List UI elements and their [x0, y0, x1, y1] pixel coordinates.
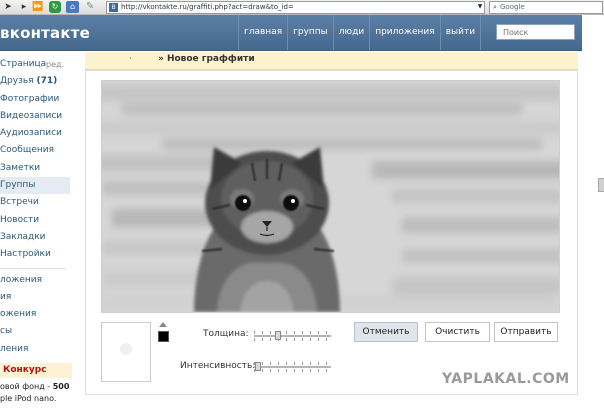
back-arrow-icon[interactable]: ➤ — [1, 1, 15, 13]
sidebar-item-videos[interactable]: Видеозаписи — [0, 108, 70, 125]
promo-line1: овой фонд - — [0, 382, 53, 391]
sidebar-item-friends[interactable]: Друзья (71) — [0, 73, 70, 90]
thickness-slider-thumb[interactable] — [275, 331, 281, 340]
sidebar-app-item[interactable]: сы — [0, 323, 70, 340]
forward-icon[interactable]: ▸ — [17, 1, 31, 13]
sidebar-item-notes[interactable]: Заметки — [0, 160, 70, 177]
nav-home[interactable]: главная — [238, 15, 287, 50]
sidebar-item-bookmarks[interactable]: Закладки — [0, 229, 70, 246]
brush-preview — [101, 322, 151, 382]
sidebar-item-messages[interactable]: Сообщения — [0, 142, 70, 159]
sidebar-app-item[interactable]: ия — [0, 289, 70, 306]
send-button[interactable]: Отправить — [494, 322, 558, 342]
sidebar-app-item[interactable]: ления — [0, 341, 70, 358]
clear-button[interactable]: Очистить — [425, 322, 490, 342]
sidebar-item-settings[interactable]: Настройки — [0, 246, 70, 263]
scrollbar-thumb[interactable] — [598, 178, 604, 192]
watermark: YAPLAKAL.COM — [442, 371, 570, 387]
drawing-canvas[interactable] — [101, 80, 560, 313]
top-navigation: главная группы люди приложения выйти — [238, 15, 482, 50]
page-right-margin — [582, 15, 604, 409]
nav-groups[interactable]: группы — [287, 15, 333, 50]
browser-search-placeholder: Google — [500, 3, 525, 11]
site-search-input[interactable] — [496, 24, 575, 40]
address-bar[interactable]: Bhttp://vkontakte.ru/graffiti.php?act=dr… — [106, 1, 485, 14]
friends-count: (71) — [36, 76, 58, 87]
promo-title[interactable]: Конкурс — [0, 363, 72, 378]
thickness-label: Толщина: — [203, 329, 249, 339]
breadcrumb-prefix[interactable]: · — [129, 54, 132, 64]
sidebar-item-news[interactable]: Новости — [0, 212, 70, 229]
promo-amount: 500 — [52, 382, 70, 391]
contest-promo: Конкурс овой фонд - 500 ple iPod nano. — [0, 363, 72, 405]
home-icon[interactable]: ⌂ — [66, 1, 79, 13]
address-text: http://vkontakte.ru/graffiti.php?act=dra… — [121, 3, 294, 11]
breadcrumb: · » Новое граффити — [85, 52, 578, 70]
sidebar-item-audio[interactable]: Аудиозаписи — [0, 125, 70, 142]
promo-text: овой фонд - 500 ple iPod nano. — [0, 378, 72, 405]
nav-logout[interactable]: выйти — [439, 15, 482, 50]
color-picker-arrow-icon[interactable] — [159, 322, 167, 327]
sidebar-item-photos[interactable]: Фотографии — [0, 91, 70, 108]
nav-apps[interactable]: приложения — [369, 15, 440, 50]
sidebar-app-item[interactable]: ожения — [0, 306, 70, 323]
intensity-slider-thumb[interactable] — [255, 362, 261, 371]
site-header: вконтакте главная группы люди приложения… — [0, 15, 582, 51]
graffiti-drawing — [102, 81, 559, 312]
undo-button[interactable]: Отменить — [354, 322, 418, 342]
sidebar-item-label: Страница — [0, 59, 47, 69]
sidebar-item-events[interactable]: Встречи — [0, 194, 70, 211]
sidebar-divider — [0, 267, 66, 269]
sidebar-item-groups[interactable]: Группы — [0, 177, 70, 195]
thickness-slider[interactable] — [254, 331, 331, 341]
fast-forward-icon[interactable]: ⏩ — [31, 1, 45, 13]
site-favicon-icon: B — [109, 3, 118, 12]
page-title: » Новое граффити — [158, 54, 255, 64]
search-icon: ⌕ — [493, 3, 497, 11]
edit-link[interactable]: ред. — [46, 56, 64, 73]
intensity-label: Интенсивность: — [180, 361, 256, 371]
browser-search-box[interactable]: ⌕ Google — [489, 1, 603, 14]
brush-preview-dot — [120, 343, 132, 355]
left-sidebar: Страница ред. Друзья (71) Фотографии Виде… — [0, 56, 70, 358]
sidebar-item-page[interactable]: Страница ред. — [0, 56, 70, 73]
promo-line2: ple iPod nano. — [0, 394, 57, 403]
refresh-icon[interactable]: ↻ — [49, 1, 61, 13]
pen-icon[interactable]: ✎ — [86, 1, 100, 13]
address-dropdown-icon[interactable]: ▼ — [476, 1, 484, 12]
intensity-slider[interactable] — [254, 362, 331, 372]
browser-toolbar: ➤ ▸ ⏩ ↻ ⌂ ✎ Bhttp://vkontakte.ru/graffit… — [0, 0, 604, 15]
nav-people[interactable]: люди — [332, 15, 369, 50]
sidebar-item-label: Друзья — [0, 76, 34, 87]
site-logo[interactable]: вконтакте — [0, 24, 90, 42]
brush-color-swatch[interactable] — [158, 331, 169, 342]
sidebar-app-item[interactable]: ложения — [0, 272, 70, 289]
